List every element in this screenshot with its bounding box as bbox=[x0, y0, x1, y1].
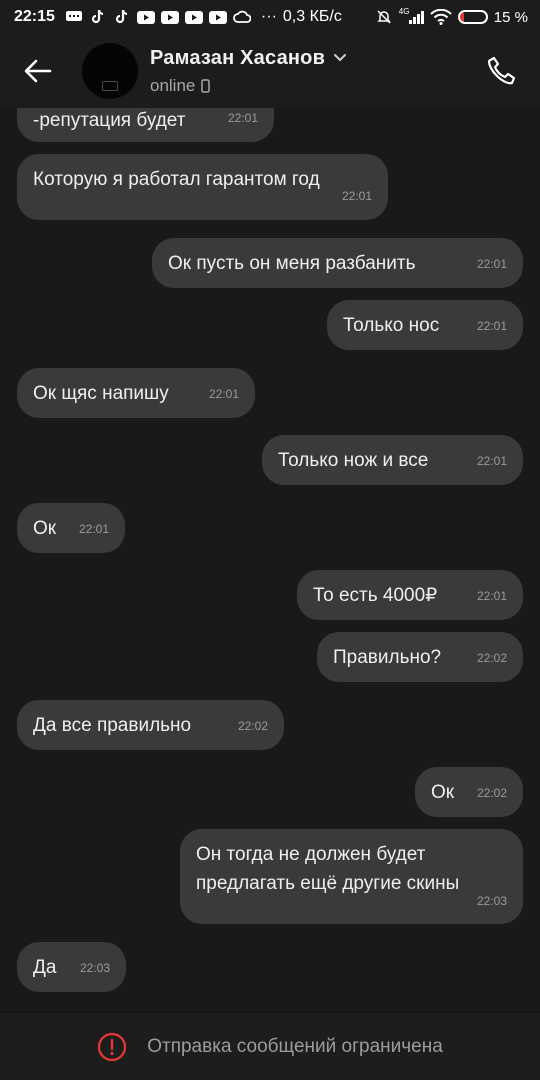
status-time: 22:15 bbox=[14, 8, 55, 25]
chat-icon bbox=[65, 10, 83, 24]
message-time: 22:02 bbox=[476, 786, 507, 800]
avatar[interactable] bbox=[82, 43, 138, 99]
contact-info[interactable]: Рамазан Хасанов online bbox=[150, 47, 347, 96]
restriction-text: Отправка сообщений ограничена bbox=[147, 1035, 443, 1057]
message-time: 22:02 bbox=[237, 719, 268, 733]
alert-circle-icon bbox=[98, 1032, 127, 1061]
net-speed: 0,3 КБ/с bbox=[282, 8, 342, 25]
status-bar: 22:15 ··· 0,3 КБ/с 4G 15 % bbox=[0, 0, 540, 34]
message-outgoing[interactable]: Правильно? 22:02 bbox=[317, 632, 523, 682]
youtube-icon bbox=[184, 10, 203, 24]
message-time: 22:02 bbox=[476, 651, 507, 665]
message-text: Да все правильно bbox=[33, 715, 192, 736]
youtube-icon bbox=[136, 10, 155, 24]
message-incoming[interactable]: -репутация будет 22:01 bbox=[17, 108, 274, 142]
message-incoming[interactable]: Которую я работал гарантом год 22:01 bbox=[17, 154, 388, 220]
status-dots: ··· bbox=[260, 8, 277, 25]
youtube-icon bbox=[208, 10, 227, 24]
message-text: Он тогда не должен будет предлагать ещё … bbox=[196, 844, 460, 894]
message-incoming[interactable]: Ок 22:01 bbox=[17, 503, 125, 553]
message-outgoing[interactable]: Ок пусть он меня разбанить 22:01 bbox=[152, 238, 523, 288]
message-text: Которую я работал гарантом год bbox=[33, 169, 320, 190]
message-time: 22:01 bbox=[476, 454, 507, 468]
message-incoming[interactable]: Да 22:03 bbox=[17, 942, 126, 992]
message-time: 22:01 bbox=[227, 111, 258, 125]
message-incoming[interactable]: Да все правильно 22:02 bbox=[17, 700, 284, 750]
mute-icon bbox=[375, 10, 393, 24]
call-button[interactable] bbox=[480, 50, 522, 92]
message-text: Ок щяс напишу bbox=[33, 383, 169, 404]
message-list[interactable]: -репутация будет 22:01 Которую я работал… bbox=[0, 108, 540, 1012]
back-button[interactable] bbox=[12, 45, 64, 97]
tiktok-icon bbox=[113, 9, 131, 24]
message-time: 22:01 bbox=[78, 522, 109, 536]
messaging-restricted-bar: Отправка сообщений ограничена bbox=[0, 1012, 540, 1080]
message-time: 22:01 bbox=[476, 319, 507, 333]
message-outgoing[interactable]: Только нос 22:01 bbox=[327, 300, 523, 350]
message-time: 22:03 bbox=[79, 961, 110, 975]
battery-percent: 15 % bbox=[493, 8, 528, 26]
message-text: То есть 4000₽ bbox=[313, 585, 438, 606]
message-time: 22:01 bbox=[341, 189, 372, 203]
message-time: 22:01 bbox=[476, 257, 507, 271]
contact-status: online bbox=[150, 75, 196, 95]
youtube-icon bbox=[160, 10, 179, 24]
message-outgoing[interactable]: То есть 4000₽ 22:01 bbox=[297, 570, 523, 620]
wifi-icon bbox=[430, 9, 452, 25]
message-outgoing[interactable]: Ок 22:02 bbox=[415, 767, 523, 817]
phone-icon bbox=[487, 56, 516, 85]
mobile-device-icon bbox=[201, 78, 211, 93]
contact-name: Рамазан Хасанов bbox=[150, 46, 326, 69]
message-text: Только нос bbox=[343, 315, 440, 336]
message-text: Только нож и все bbox=[278, 450, 429, 471]
battery-icon bbox=[457, 10, 488, 24]
message-time: 22:01 bbox=[208, 387, 239, 401]
chat-header: Рамазан Хасанов online bbox=[0, 34, 540, 108]
message-outgoing[interactable]: Он тогда не должен будет предлагать ещё … bbox=[180, 829, 523, 924]
message-text: Ок bbox=[431, 782, 455, 803]
message-incoming[interactable]: Ок щяс напишу 22:01 bbox=[17, 368, 255, 418]
message-text: -репутация будет bbox=[33, 110, 186, 131]
chevron-down-icon bbox=[334, 54, 347, 62]
message-text: Ок пусть он меня разбанить bbox=[168, 253, 416, 274]
tiktok-icon bbox=[89, 9, 107, 24]
message-text: Ок bbox=[33, 518, 57, 539]
message-text: Да bbox=[33, 957, 57, 978]
arrow-left-icon bbox=[24, 59, 52, 83]
cloud-icon bbox=[233, 10, 251, 24]
message-time: 22:03 bbox=[476, 894, 507, 908]
message-text: Правильно? bbox=[333, 647, 442, 668]
signal-icon: 4G bbox=[398, 7, 424, 24]
network-label: 4G bbox=[398, 7, 410, 16]
message-outgoing[interactable]: Только нож и все 22:01 bbox=[262, 435, 523, 485]
message-time: 22:01 bbox=[476, 589, 507, 603]
